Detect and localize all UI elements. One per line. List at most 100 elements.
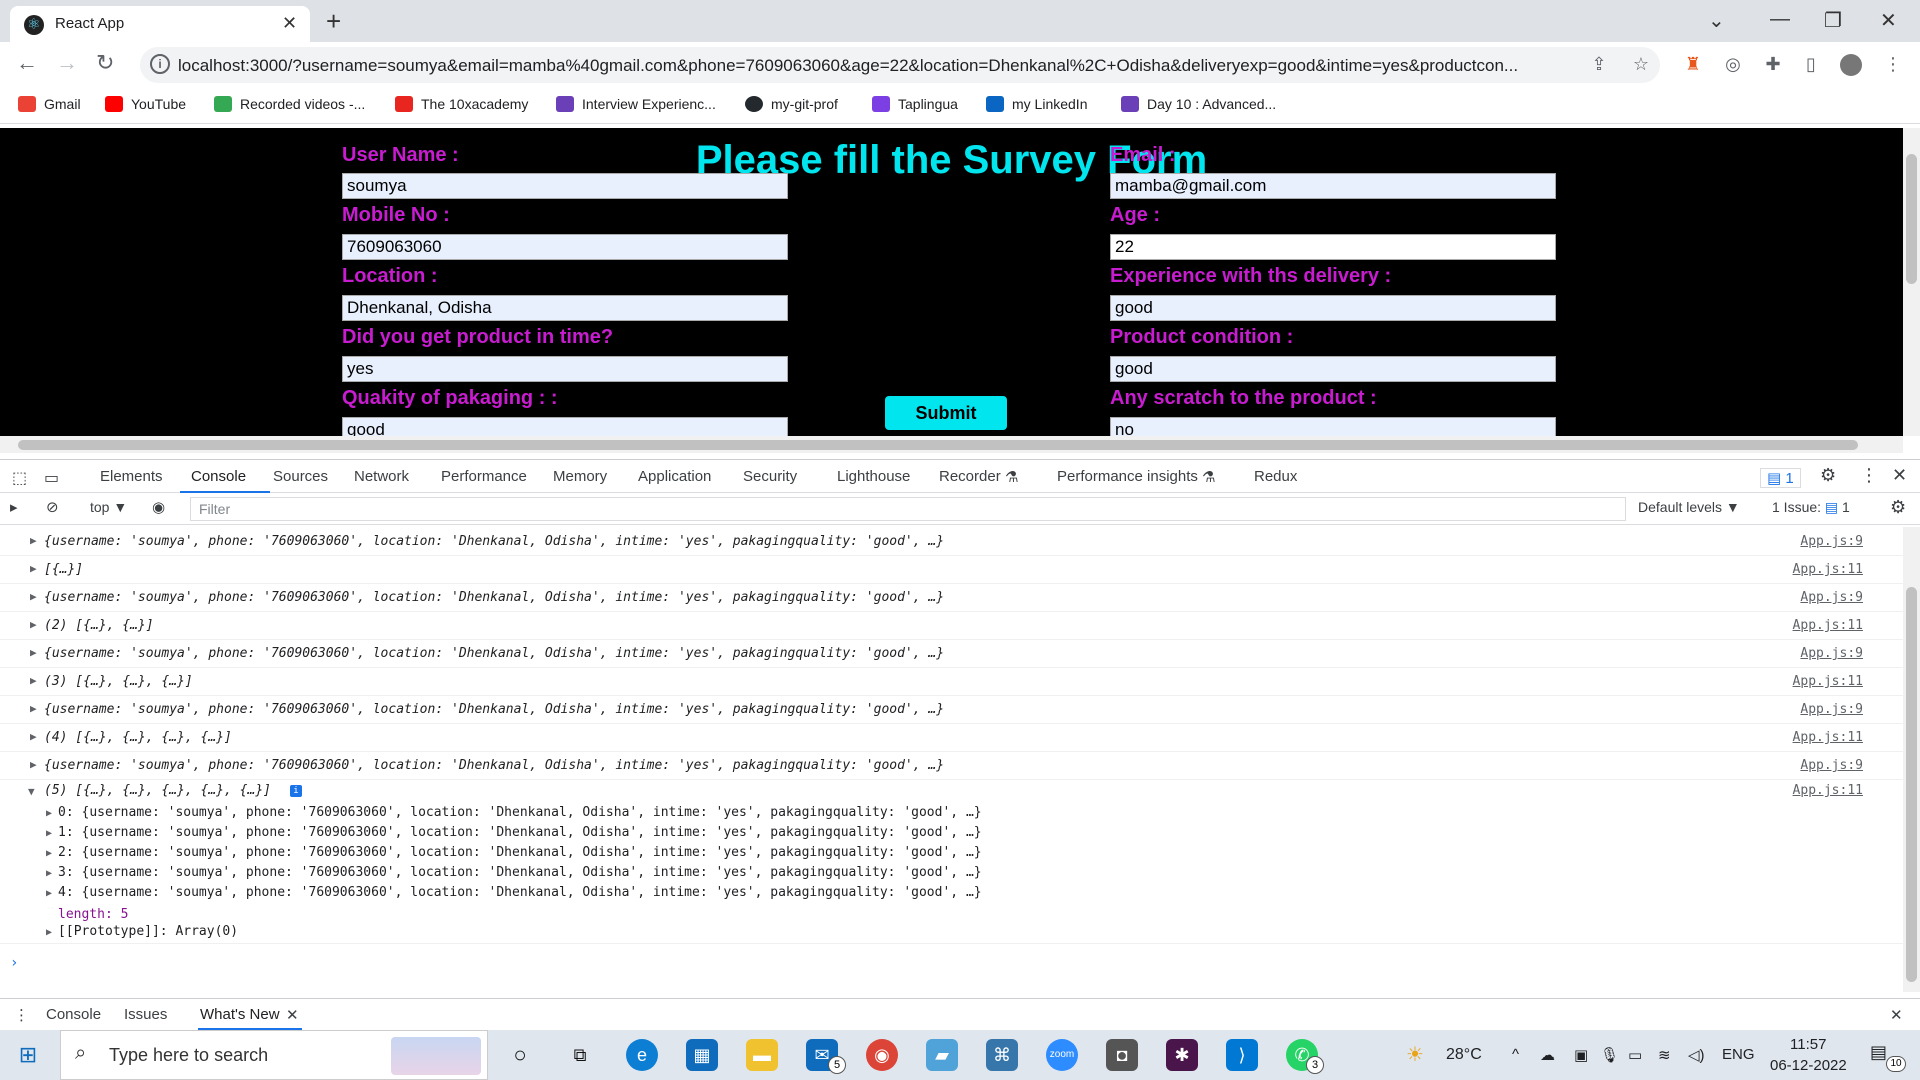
- extension-icon[interactable]: ♜: [1682, 54, 1704, 76]
- source-link[interactable]: App.js:9: [1800, 702, 1863, 717]
- browser-tab[interactable]: React App ✕: [10, 6, 310, 42]
- meet-icon[interactable]: ▣: [1574, 1046, 1588, 1064]
- clear-console-icon[interactable]: ⊘: [46, 498, 59, 516]
- maximize-icon[interactable]: ❐: [1824, 8, 1842, 33]
- source-link[interactable]: App.js:9: [1800, 534, 1863, 549]
- address-bar[interactable]: i localhost:3000/?username=soumya&email=…: [140, 47, 1660, 83]
- issues-badge[interactable]: ▤ 1: [1760, 468, 1801, 488]
- weather-temp[interactable]: 28°C: [1446, 1046, 1482, 1064]
- expand-caret-icon[interactable]: ▶: [30, 702, 37, 715]
- notifications-icon[interactable]: ▤: [1870, 1042, 1887, 1063]
- volume-icon[interactable]: ◁): [1688, 1046, 1705, 1064]
- tab-application[interactable]: Application: [638, 468, 711, 485]
- submit-button[interactable]: Submit: [885, 396, 1007, 430]
- minimize-icon[interactable]: —: [1770, 8, 1790, 31]
- close-drawer-icon[interactable]: ✕: [1890, 1006, 1903, 1024]
- reload-icon[interactable]: ↻: [96, 50, 114, 76]
- source-link[interactable]: App.js:9: [1800, 590, 1863, 605]
- device-toolbar-icon[interactable]: ▭: [44, 468, 59, 488]
- expand-caret-icon[interactable]: ▶: [30, 618, 37, 631]
- settings-gear-icon[interactable]: ⚙: [1820, 465, 1836, 486]
- array-item[interactable]: ▶ 2: {username: 'soumya', phone: '760906…: [46, 845, 982, 860]
- show-hidden-icons-icon[interactable]: ^: [1512, 1046, 1519, 1063]
- close-window-icon[interactable]: ✕: [1880, 8, 1897, 33]
- tab-performance-insights[interactable]: Performance insights: [1057, 468, 1198, 485]
- source-link[interactable]: App.js:11: [1793, 618, 1863, 633]
- expand-caret-icon[interactable]: ▶: [30, 730, 37, 743]
- live-expression-eye-icon[interactable]: ◉: [152, 498, 165, 516]
- new-tab-icon[interactable]: +: [326, 6, 341, 37]
- drawer-tab-whats-new[interactable]: What's New: [200, 1006, 280, 1023]
- tab-elements[interactable]: Elements: [100, 468, 163, 485]
- tab-performance[interactable]: Performance: [441, 468, 527, 485]
- scrollbar-thumb[interactable]: [18, 440, 1858, 450]
- clock-date[interactable]: 06-12-2022: [1770, 1057, 1847, 1074]
- page-vertical-scrollbar[interactable]: [1903, 128, 1920, 436]
- tab-network[interactable]: Network: [354, 468, 409, 485]
- close-tab-icon[interactable]: ✕: [282, 13, 297, 34]
- packaging-input[interactable]: good: [342, 417, 788, 436]
- side-panel-icon[interactable]: ▯: [1800, 54, 1822, 76]
- console-prompt[interactable]: ›: [10, 955, 18, 971]
- console-message[interactable]: ▶ {username: 'soumya', phone: '7609063060…: [0, 696, 1903, 724]
- zoom-icon[interactable]: zoom: [1046, 1039, 1078, 1071]
- camera-icon[interactable]: ◘: [1106, 1039, 1138, 1071]
- chrome-icon[interactable]: ◉: [866, 1039, 898, 1071]
- extension-icon[interactable]: ◎: [1722, 54, 1744, 76]
- source-link[interactable]: App.js:11: [1793, 562, 1863, 577]
- scratch-input[interactable]: no: [1110, 417, 1556, 436]
- drawer-tab-console[interactable]: Console: [46, 1006, 101, 1023]
- more-options-icon[interactable]: ⋮: [1860, 465, 1878, 486]
- console-message[interactable]: ▶ [{…}] App.js:11: [0, 556, 1903, 584]
- bookmark-gmail[interactable]: Gmail: [18, 96, 81, 112]
- console-message[interactable]: ▶ (3) [{…}, {…}, {…}] App.js:11: [0, 668, 1903, 696]
- age-input[interactable]: 22: [1110, 234, 1556, 260]
- profile-avatar[interactable]: [1840, 54, 1862, 76]
- intime-input[interactable]: yes: [342, 356, 788, 382]
- source-link[interactable]: App.js:11: [1793, 783, 1863, 798]
- console-vertical-scrollbar[interactable]: [1903, 527, 1920, 992]
- source-link[interactable]: App.js:9: [1800, 646, 1863, 661]
- username-input[interactable]: soumya: [342, 173, 788, 199]
- taskbar-search[interactable]: ⌕ Type here to search: [60, 1030, 488, 1080]
- array-prototype[interactable]: ▶ [[Prototype]]: Array(0): [46, 924, 238, 939]
- language-indicator[interactable]: ENG: [1722, 1046, 1755, 1063]
- share-icon[interactable]: ⇪: [1588, 54, 1610, 76]
- sidebar-toggle-icon[interactable]: ▸: [10, 498, 18, 516]
- forward-icon[interactable]: →: [56, 50, 78, 76]
- expand-caret-icon[interactable]: ▼: [28, 785, 35, 798]
- tab-lighthouse[interactable]: Lighthouse: [837, 468, 910, 485]
- inspect-element-icon[interactable]: ⬚: [12, 468, 27, 488]
- console-message[interactable]: ▶ (2) [{…}, {…}] App.js:11: [0, 612, 1903, 640]
- drawer-tab-issues[interactable]: Issues: [124, 1006, 167, 1023]
- expand-caret-icon[interactable]: ▶: [30, 674, 37, 687]
- vscode-icon[interactable]: ⟩: [1226, 1039, 1258, 1071]
- slack-icon[interactable]: ✱: [1166, 1039, 1198, 1071]
- array-item[interactable]: ▶ 3: {username: 'soumya', phone: '760906…: [46, 865, 982, 880]
- bookmark-git[interactable]: my-git-prof: [745, 96, 838, 112]
- console-message[interactable]: ▶ {username: 'soumya', phone: '7609063060…: [0, 640, 1903, 668]
- context-select[interactable]: top ▼: [90, 499, 127, 515]
- phone-input[interactable]: 7609063060: [342, 234, 788, 260]
- close-drawer-tab-icon[interactable]: ✕: [286, 1006, 299, 1024]
- file-explorer-icon[interactable]: ▬: [746, 1039, 778, 1071]
- delivery-exp-input[interactable]: good: [1110, 295, 1556, 321]
- console-message-expanded[interactable]: ▼ (5) [{…}, {…}, {…}, {…}, {…}] i App.js…: [0, 779, 1903, 801]
- store-icon[interactable]: ▦: [686, 1039, 718, 1071]
- console-message[interactable]: ▶ (4) [{…}, {…}, {…}, {…}] App.js:11: [0, 724, 1903, 752]
- scrollbar-thumb[interactable]: [1906, 154, 1917, 284]
- app-icon[interactable]: ▰: [926, 1039, 958, 1071]
- email-input[interactable]: mamba@gmail.com: [1110, 173, 1556, 199]
- array-item[interactable]: ▶ 0: {username: 'soumya', phone: '760906…: [46, 805, 982, 820]
- console-message[interactable]: ▶ {username: 'soumya', phone: '7609063060…: [0, 752, 1903, 780]
- task-view-icon[interactable]: ⧉: [564, 1039, 596, 1071]
- close-devtools-icon[interactable]: ✕: [1892, 465, 1907, 486]
- edge-icon[interactable]: e: [626, 1039, 658, 1071]
- log-levels-select[interactable]: Default levels ▼: [1638, 499, 1740, 515]
- python-icon[interactable]: ⌘: [986, 1039, 1018, 1071]
- clock-time[interactable]: 11:57: [1790, 1036, 1826, 1053]
- issues-counter[interactable]: 1 Issue: ▤ 1: [1772, 499, 1850, 516]
- array-item[interactable]: ▶ 1: {username: 'soumya', phone: '760906…: [46, 825, 982, 840]
- battery-icon[interactable]: ▭: [1628, 1046, 1642, 1064]
- bookmark-interview[interactable]: Interview Experienc...: [556, 96, 716, 112]
